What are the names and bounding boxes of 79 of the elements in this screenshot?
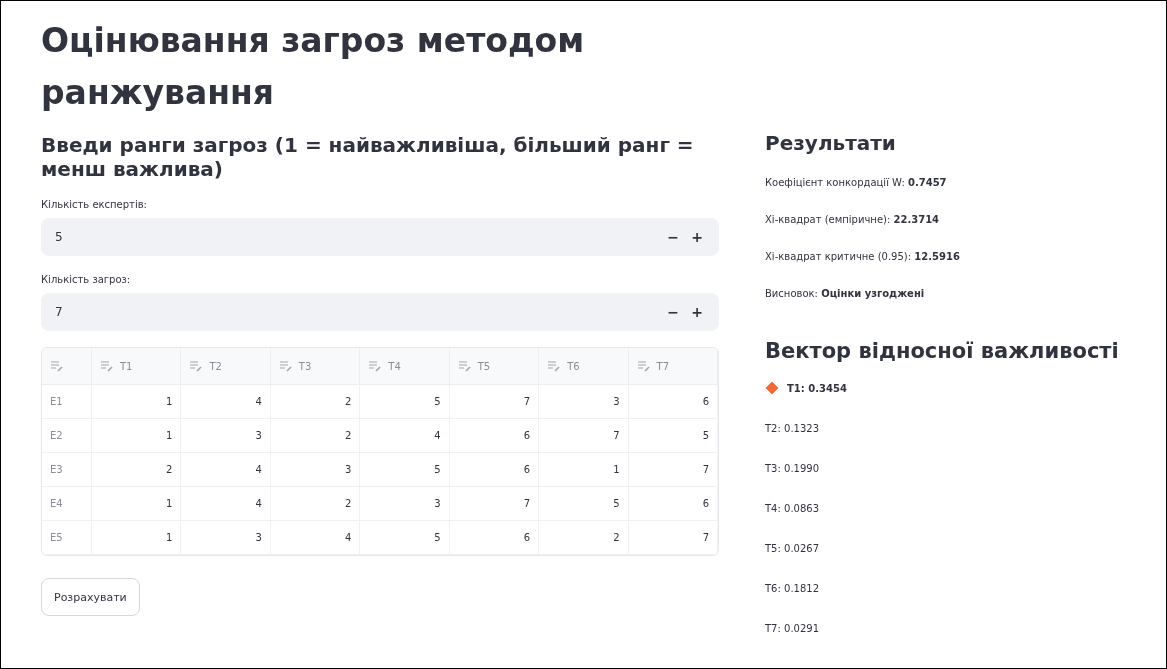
row-label: E3: [42, 453, 92, 487]
row-label: E5: [42, 521, 92, 555]
result-line: Коефіцієнт конкордації W: 0.7457: [765, 176, 948, 190]
field-label: Кількість загроз:: [41, 274, 132, 285]
importance-value: T7: 0.0291: [765, 622, 819, 634]
edit-icon: [548, 360, 562, 372]
table-cell[interactable]: 6: [449, 521, 540, 555]
row-label: E4: [42, 487, 92, 521]
edit-icon: [458, 360, 472, 372]
table-cell[interactable]: 6: [628, 487, 718, 521]
importance-value: T3: 0.1990: [765, 462, 819, 474]
table-cell[interactable]: 4: [181, 487, 271, 521]
edit-icon: [51, 360, 64, 372]
table-cell[interactable]: 5: [628, 419, 718, 453]
decrement-button[interactable]: −: [661, 304, 685, 320]
table-cell[interactable]: 4: [270, 521, 361, 555]
table-cell[interactable]: 1: [92, 521, 182, 555]
table-cell[interactable]: 1: [92, 385, 182, 419]
column-title: T4: [388, 360, 401, 372]
edit-icon: [279, 360, 293, 372]
number-input[interactable]: 7 − +: [41, 293, 719, 331]
edit-icon: [369, 360, 383, 372]
result-line: Висновок: Оцінки узгоджені: [765, 287, 926, 301]
number-input[interactable]: 5 − +: [41, 218, 719, 256]
vector-heading: Вектор відносної важливості: [765, 339, 1120, 363]
table-cell[interactable]: 3: [539, 385, 629, 419]
table-cell[interactable]: 3: [181, 521, 271, 555]
table-cell[interactable]: 1: [92, 487, 182, 521]
table-cell[interactable]: 7: [628, 453, 718, 487]
table-cell[interactable]: 7: [449, 385, 540, 419]
table-cell[interactable]: 3: [270, 453, 361, 487]
table-cell[interactable]: 4: [181, 453, 271, 487]
edit-icon: [637, 360, 651, 372]
result-line: Хі-квадрат критичне (0.95): 12.5916: [765, 250, 961, 264]
table-cell[interactable]: 6: [449, 453, 540, 487]
table-cell[interactable]: 7: [539, 419, 629, 453]
table-cell[interactable]: 2: [270, 487, 361, 521]
section-heading: Введи ранги загроз (1 = найважливіша, більший ранг = менш важлива): [41, 133, 695, 181]
table-cell[interactable]: 2: [270, 419, 361, 453]
field-label: Кількість експертів:: [41, 199, 148, 210]
increment-button[interactable]: +: [685, 229, 709, 245]
table-cell[interactable]: 5: [360, 521, 450, 555]
importance-value: T1: 0.3454: [787, 382, 847, 394]
importance-value: T2: 0.1323: [765, 422, 819, 434]
table-cell[interactable]: 2: [92, 453, 182, 487]
column-title: T2: [209, 360, 222, 372]
table-cell[interactable]: 7: [628, 521, 718, 555]
column-title: T6: [567, 360, 580, 372]
table-cell[interactable]: 4: [181, 385, 271, 419]
table-cell[interactable]: 1: [539, 453, 629, 487]
table-cell[interactable]: 5: [360, 385, 450, 419]
decrement-button[interactable]: −: [661, 229, 685, 245]
row-label: E2: [42, 419, 92, 453]
column-title: T1: [120, 360, 133, 372]
table-cell[interactable]: 5: [360, 453, 450, 487]
importance-value: T4: 0.0863: [765, 502, 819, 514]
calculate-button[interactable]: Розрахувати: [41, 578, 140, 616]
column-title: T5: [477, 360, 491, 372]
edit-icon: [190, 360, 204, 372]
increment-button[interactable]: +: [685, 304, 709, 320]
table-cell[interactable]: 2: [270, 385, 361, 419]
importance-value: T5: 0.0267: [765, 542, 819, 554]
results-heading: Результати: [765, 131, 897, 155]
table-cell[interactable]: 2: [539, 521, 629, 555]
table-cell[interactable]: 3: [360, 487, 450, 521]
result-line: Хі-квадрат (емпіричне): 22.3714: [765, 213, 941, 227]
table-cell[interactable]: 6: [449, 419, 540, 453]
importance-value: T6: 0.1812: [765, 582, 819, 594]
row-label: E1: [42, 385, 92, 419]
edit-icon: [101, 360, 114, 372]
table-cell[interactable]: 4: [360, 419, 450, 453]
table-cell[interactable]: 6: [628, 385, 718, 419]
table-cell[interactable]: 3: [181, 419, 271, 453]
column-title: T7: [656, 360, 670, 372]
table-cell[interactable]: 1: [92, 419, 182, 453]
column-title: T3: [298, 360, 312, 372]
table-cell[interactable]: 5: [539, 487, 629, 521]
table-cell[interactable]: 7: [449, 487, 540, 521]
page-title: Оцінювання загроз методом ранжування: [41, 20, 586, 114]
